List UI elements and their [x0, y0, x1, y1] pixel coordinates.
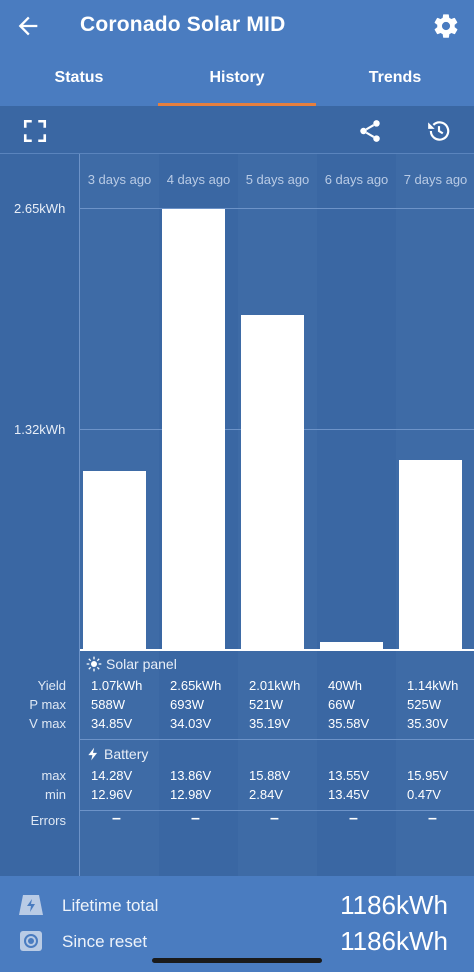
yield-cell: 40Wh [328, 678, 362, 693]
chart-toolbar [0, 106, 474, 154]
sun-icon [86, 656, 102, 672]
tab-history[interactable]: History [158, 52, 316, 106]
x-category-label: 6 days ago [324, 172, 389, 187]
gridline-top [80, 208, 474, 209]
lifetime-total-label: Lifetime total [62, 896, 159, 915]
bmin-cell: 13.45V [328, 787, 370, 802]
yield-bar[interactable] [162, 209, 225, 649]
x-category-label: 4 days ago [166, 172, 231, 187]
yield-bar[interactable] [399, 459, 462, 649]
errors-cell: – [349, 810, 358, 827]
y-tick-label: 1.32kWh [14, 422, 66, 437]
y-tick-label: 2.65kWh [14, 201, 66, 216]
bmin-cell: 2.84V [249, 787, 283, 802]
battery-header: Battery [86, 746, 148, 762]
yield-bar[interactable] [241, 315, 304, 649]
errors-label: Errors [30, 813, 66, 828]
arrow-left-icon[interactable] [14, 12, 42, 40]
lightning-icon [88, 747, 98, 761]
since-reset-label: Since reset [62, 932, 148, 951]
vmax-cell: 35.30V [407, 716, 449, 731]
battery-title: Battery [104, 746, 149, 762]
history-icon[interactable] [426, 118, 452, 144]
solar-module-icon [19, 895, 43, 915]
yield-cell: 1.07kWh [91, 678, 143, 693]
bmin-cell: 12.98V [170, 787, 212, 802]
x-category-label: 5 days ago [245, 172, 310, 187]
x-category-label: 7 days ago [403, 172, 468, 187]
home-indicator [152, 958, 322, 963]
history-table: Solar panel Yield P max V max Battery ma… [0, 650, 474, 876]
battery-max-label: max [41, 768, 66, 783]
bmax-cell: 13.55V [328, 768, 370, 783]
vmax-cell: 35.19V [249, 716, 291, 731]
bmin-cell: 0.47V [407, 787, 441, 802]
yield-bar-chart: 2.65kWh 1.32kWh 3 days ago 4 days ago 5 da… [0, 154, 474, 876]
divider [80, 739, 474, 740]
bmax-cell: 15.95V [407, 768, 449, 783]
solar-panel-header: Solar panel [86, 656, 177, 672]
gear-icon[interactable] [432, 12, 460, 40]
solar-panel-title: Solar panel [106, 656, 177, 672]
bmax-cell: 13.86V [170, 768, 212, 783]
pmax-cell: 66W [328, 697, 355, 712]
lifetime-total-value: 1186kWh [340, 890, 448, 920]
since-reset-value: 1186kWh [340, 926, 448, 956]
page-title: Coronado Solar MID [80, 13, 286, 36]
yield-cell: 2.01kWh [249, 678, 301, 693]
tab-trends[interactable]: Trends [316, 52, 474, 106]
pmax-cell: 588W [91, 697, 125, 712]
yield-label: Yield [37, 678, 66, 693]
vmax-cell: 34.85V [91, 716, 133, 731]
errors-cell: – [428, 810, 437, 827]
pmax-cell: 693W [170, 697, 204, 712]
bmax-cell: 15.88V [249, 768, 291, 783]
pmax-label: P max [29, 697, 66, 712]
bmax-cell: 14.28V [91, 768, 133, 783]
yield-cell: 1.14kWh [407, 678, 459, 693]
vmax-cell: 35.58V [328, 716, 370, 731]
pmax-cell: 525W [407, 697, 441, 712]
pmax-cell: 521W [249, 697, 283, 712]
yield-bar[interactable] [83, 471, 146, 649]
errors-cell: – [270, 810, 279, 827]
vmax-label: V max [29, 716, 66, 731]
share-icon[interactable] [357, 118, 383, 144]
yield-bar[interactable] [320, 642, 383, 649]
yield-cell: 2.65kWh [170, 678, 222, 693]
tab-status[interactable]: Status [0, 52, 158, 106]
tab-bar: Status History Trends [0, 52, 474, 106]
errors-cell: – [191, 810, 200, 827]
errors-cell: – [112, 810, 121, 827]
vmax-cell: 34.03V [170, 716, 212, 731]
fullscreen-icon[interactable] [22, 118, 48, 144]
app-bar: Coronado Solar MID [0, 0, 474, 52]
reset-icon [20, 931, 42, 951]
x-category-label: 3 days ago [87, 172, 152, 187]
battery-min-label: min [45, 787, 66, 802]
bmin-cell: 12.96V [91, 787, 133, 802]
